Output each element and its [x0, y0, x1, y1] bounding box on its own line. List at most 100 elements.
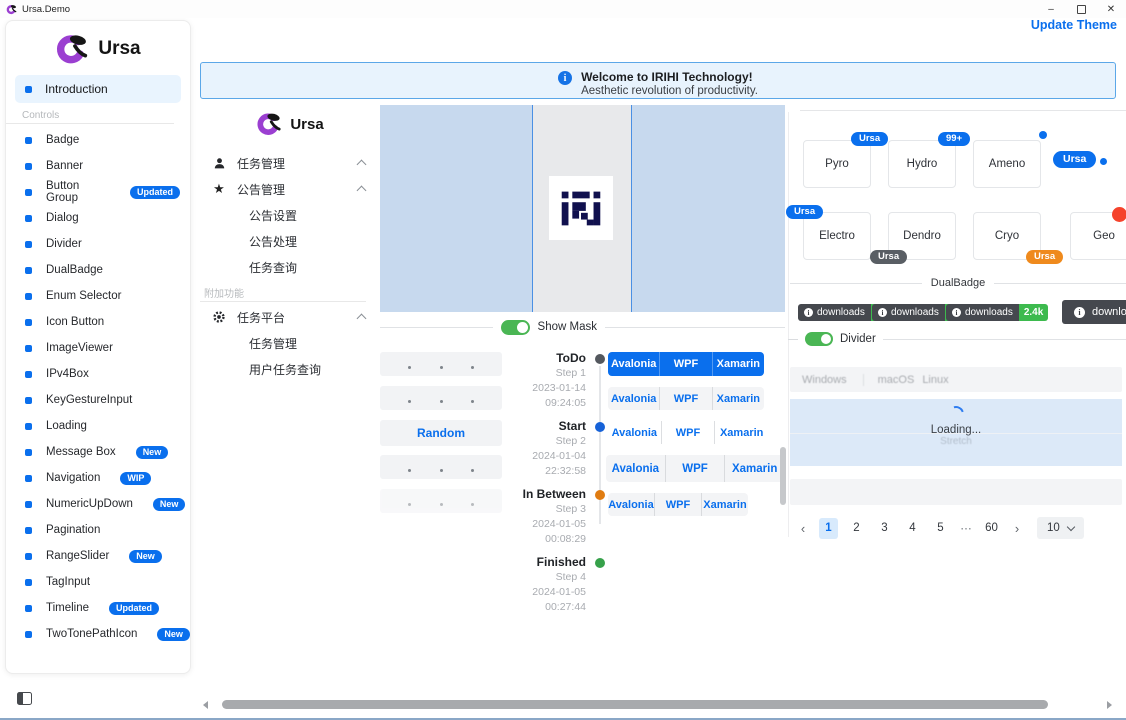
loading-demo: Stretch Loading...	[790, 399, 1122, 466]
sidebar-item-loading[interactable]: Loading	[6, 413, 190, 439]
title-bar[interactable]: Ursa.Demo	[0, 0, 1126, 18]
image-viewer[interactable]	[380, 105, 785, 312]
avalonia-button[interactable]: Avalonia	[606, 455, 665, 482]
sidebar-item-banner[interactable]: Banner	[6, 153, 190, 179]
square-bullet-icon	[25, 241, 32, 248]
sidebar-item-navigation[interactable]: NavigationWIP	[6, 465, 190, 491]
avalonia-button[interactable]: Avalonia	[608, 387, 659, 410]
pagination-ellipsis[interactable]: ⋯	[959, 521, 973, 535]
sidebar-item-badge[interactable]: Badge	[6, 127, 190, 153]
sidebar-item-dualbadge[interactable]: DualBadge	[6, 257, 190, 283]
wpf-button[interactable]: WPF	[659, 352, 711, 376]
sidebar-item-numericupdown[interactable]: NumericUpDownNew	[6, 491, 190, 517]
sidebar-item-icon-button[interactable]: Icon Button	[6, 309, 190, 335]
sidebar-item-keygestureinput[interactable]: KeyGestureInput	[6, 387, 190, 413]
sidebar-item-enum-selector[interactable]: Enum Selector	[6, 283, 190, 309]
menu-group-announcement[interactable]: ★ 公告管理	[200, 176, 380, 202]
ipv4-demo: Random	[380, 352, 502, 523]
pagination-page-2[interactable]: 2	[847, 518, 866, 539]
pagination-page-60[interactable]: 60	[982, 518, 1001, 539]
menu-group-task-platform[interactable]: 任务平台	[200, 304, 380, 330]
menu-group-task-management[interactable]: 任务管理	[200, 150, 380, 176]
square-bullet-icon	[25, 86, 32, 93]
menu-item-user-task-query[interactable]: 用户任务查询	[200, 356, 380, 382]
xamarin-button[interactable]: Xamarin	[714, 421, 768, 444]
pagination-page-5[interactable]: 5	[931, 518, 950, 539]
collapse-sidebar-button[interactable]	[17, 692, 32, 705]
update-theme-button[interactable]: Update Theme	[1031, 18, 1117, 32]
menu-item-task-management[interactable]: 任务管理	[200, 330, 380, 356]
pagination-page-4[interactable]: 4	[903, 518, 922, 539]
sidebar-item-taginput[interactable]: TagInput	[6, 569, 190, 595]
red-dot-badge	[1112, 207, 1126, 222]
sidebar-item-imageviewer[interactable]: ImageViewer	[6, 335, 190, 361]
sidebar-item-twotonepathicon[interactable]: TwoTonePathIconNew	[6, 621, 190, 647]
scroll-right-arrow-icon[interactable]	[1107, 701, 1112, 709]
badge-card-electro: Electro	[803, 212, 871, 260]
pagination-prev[interactable]: ‹	[796, 521, 810, 536]
dual-badge-large: idownload	[1062, 300, 1126, 324]
page-size-select[interactable]: 10	[1037, 517, 1084, 539]
square-bullet-icon	[25, 605, 32, 612]
status-badge: New	[157, 628, 190, 641]
timeline: ToDo Step 1 2023-01-14 09:24:05 Start St…	[498, 350, 606, 622]
sidebar-item-divider[interactable]: Divider	[6, 231, 190, 257]
button-group-wide: Avalonia WPF Xamarin	[606, 455, 784, 482]
demo-menu: Ursa 任务管理 ★ 公告管理 公告设置 公告处理 任务查询 附加功能 任务平…	[200, 100, 380, 382]
sidebar-item-button-group[interactable]: Button GroupUpdated	[6, 179, 190, 205]
status-badge: New	[129, 550, 162, 563]
horizontal-scrollbar-thumb[interactable]	[222, 700, 1048, 709]
vertical-scrollbar-thumb[interactable]	[780, 447, 786, 505]
scroll-left-arrow-icon[interactable]	[203, 701, 208, 709]
pagination-page-1[interactable]: 1	[819, 518, 838, 539]
badge-card-pyro: Pyro	[803, 140, 871, 188]
xamarin-button[interactable]: Xamarin	[724, 455, 784, 482]
sidebar-item-rangeslider[interactable]: RangeSliderNew	[6, 543, 190, 569]
viewer-mask-right	[631, 105, 785, 312]
dot-badge	[1100, 158, 1107, 165]
ipv4-input[interactable]	[380, 352, 502, 376]
menu-item-announcement-processing[interactable]: 公告处理	[200, 228, 380, 254]
placeholder-bar	[790, 479, 1122, 505]
ipv4-input[interactable]	[380, 455, 502, 479]
info-icon: i	[558, 71, 572, 85]
enum-option-linux[interactable]: Linux	[922, 374, 948, 386]
square-bullet-icon	[25, 527, 32, 534]
wpf-button[interactable]: WPF	[654, 493, 701, 516]
close-button[interactable]: ✕	[1096, 0, 1126, 18]
menu-item-announcement-settings[interactable]: 公告设置	[200, 202, 380, 228]
menu-item-task-query[interactable]: 任务查询	[200, 254, 380, 280]
timeline-item: Finished Step 4 2024-01-05 00:27:44	[498, 554, 606, 615]
sidebar-item-timeline[interactable]: TimelineUpdated	[6, 595, 190, 621]
avalonia-button[interactable]: Avalonia	[608, 421, 661, 444]
pagination-next[interactable]: ›	[1010, 521, 1024, 536]
sidebar-item-dialog[interactable]: Dialog	[6, 205, 190, 231]
timeline-dot-finished	[595, 558, 605, 568]
sidebar-item-ipv4box[interactable]: IPv4Box	[6, 361, 190, 387]
button-group-borderless: Avalonia WPF Xamarin	[608, 421, 768, 444]
maximize-button[interactable]	[1066, 0, 1096, 18]
enum-option-macos[interactable]: macOS	[878, 374, 915, 386]
sidebar-item-introduction[interactable]: Introduction	[15, 75, 181, 103]
divider-toggle[interactable]	[805, 332, 833, 346]
random-button[interactable]: Random	[380, 420, 502, 446]
avalonia-button[interactable]: Avalonia	[608, 493, 654, 516]
minimize-button[interactable]: –	[1036, 0, 1066, 18]
wpf-button[interactable]: WPF	[659, 387, 711, 410]
sidebar-item-message-box[interactable]: Message BoxNew	[6, 439, 190, 465]
ipv4-input-disabled	[380, 489, 502, 513]
xamarin-button[interactable]: Xamarin	[712, 352, 764, 376]
wpf-button[interactable]: WPF	[661, 421, 715, 444]
pagination-page-3[interactable]: 3	[875, 518, 894, 539]
show-mask-toggle[interactable]	[501, 320, 530, 335]
ipv4-input[interactable]	[380, 386, 502, 410]
sidebar-item-pagination[interactable]: Pagination	[6, 517, 190, 543]
wpf-button[interactable]: WPF	[665, 455, 725, 482]
xamarin-button[interactable]: Xamarin	[701, 493, 748, 516]
irihi-logo-icon	[554, 181, 608, 235]
avalonia-button[interactable]: Avalonia	[608, 352, 659, 376]
square-bullet-icon	[25, 501, 32, 508]
panel-splitter[interactable]	[788, 112, 789, 537]
xamarin-button[interactable]: Xamarin	[712, 387, 764, 410]
enum-option-windows[interactable]: Windows	[802, 374, 847, 386]
